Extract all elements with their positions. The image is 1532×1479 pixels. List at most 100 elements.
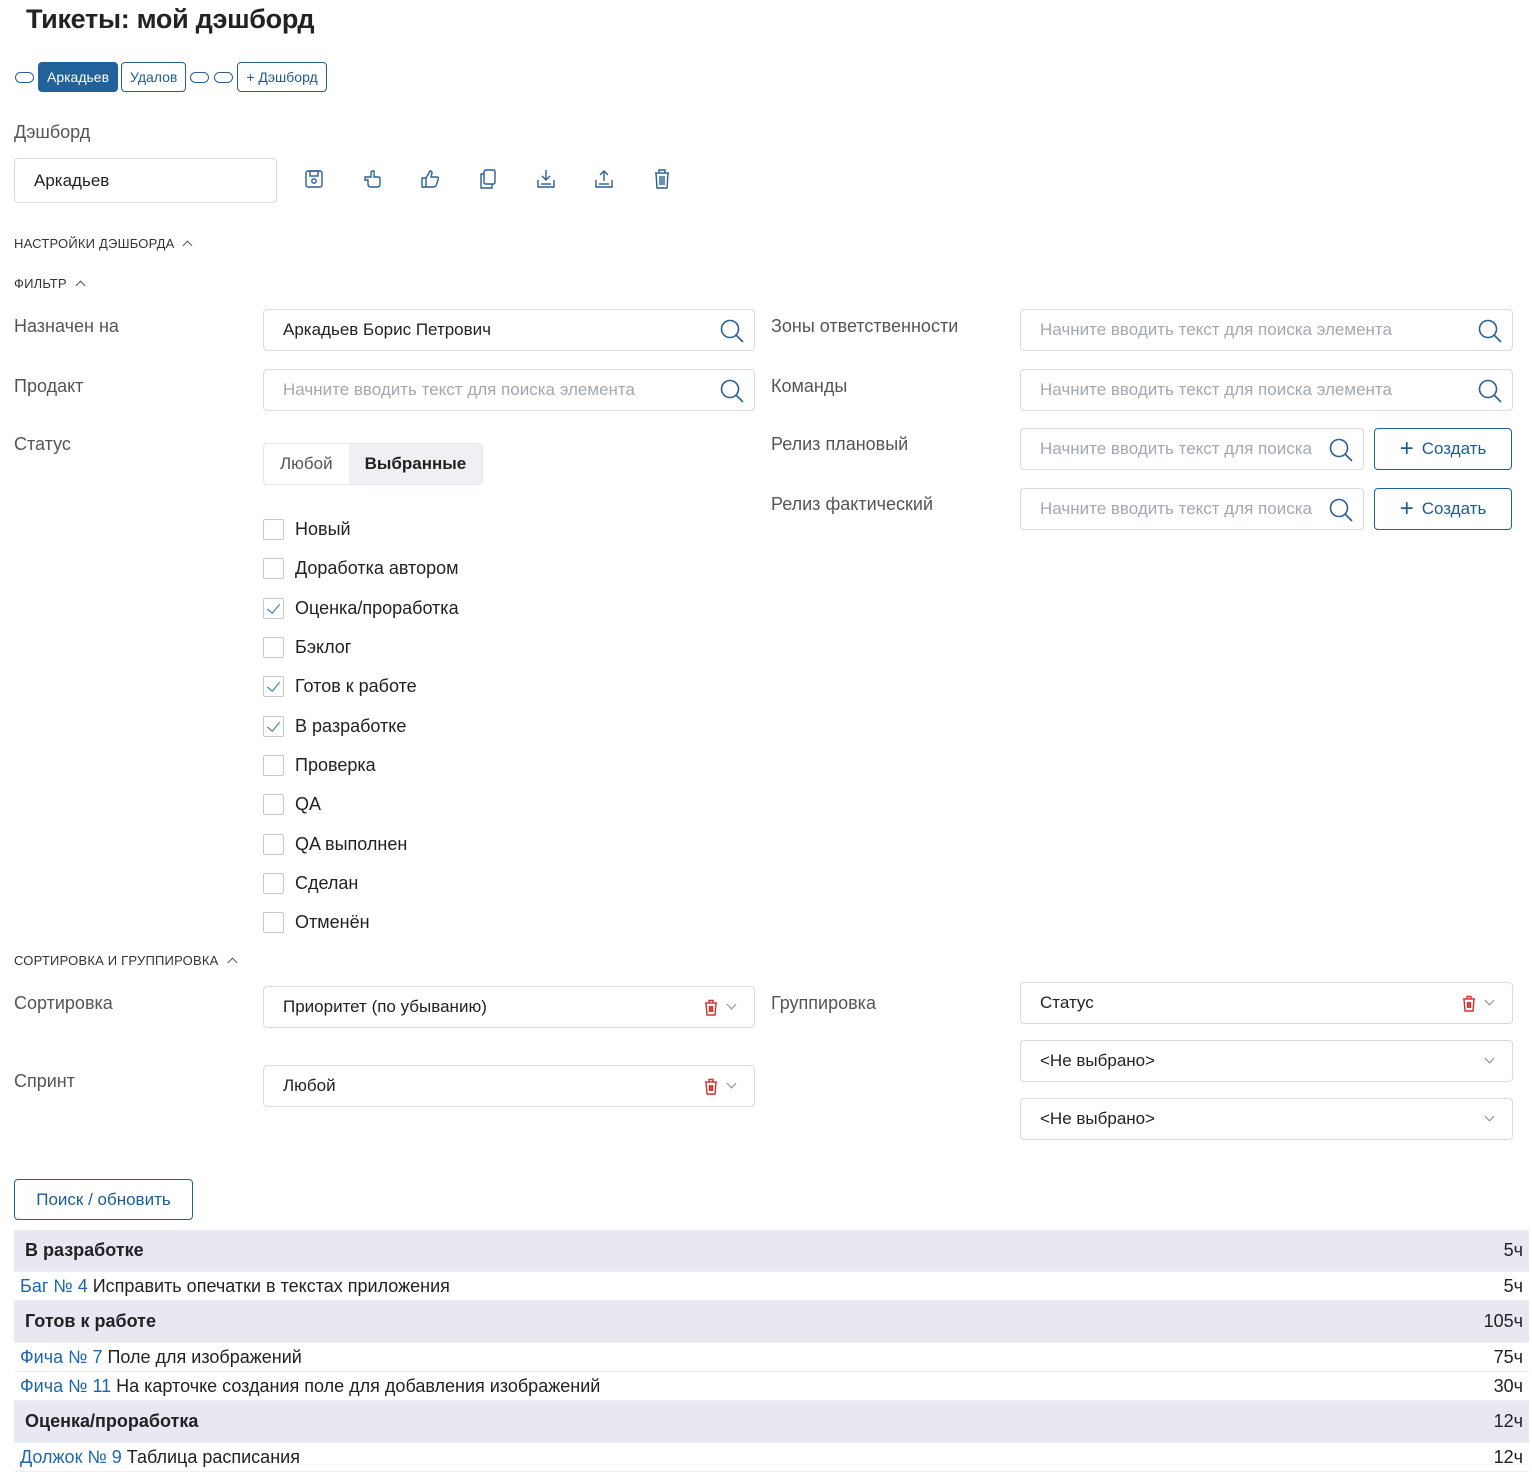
group-title: Готов к работе <box>25 1311 157 1331</box>
search-icon[interactable] <box>719 318 745 344</box>
status-checkbox[interactable] <box>263 715 284 737</box>
thumbs-up-icon[interactable] <box>420 168 440 190</box>
chevron-up-icon <box>75 280 86 291</box>
trash-icon[interactable] <box>704 999 718 1016</box>
chevron-up-icon <box>227 957 237 968</box>
ticket-link[interactable]: Фича № 7 <box>20 1347 102 1367</box>
chevron-down-icon[interactable] <box>726 1078 737 1089</box>
group-select-3[interactable]: <Не выбрано> <box>1020 1098 1513 1140</box>
ticket-title: Таблица расписания <box>126 1446 300 1467</box>
status-option[interactable]: В разработке <box>263 706 459 745</box>
assigned-input[interactable]: Аркадьев Борис Петрович <box>263 309 755 351</box>
trash-icon[interactable] <box>652 168 672 190</box>
status-checkbox[interactable] <box>263 912 284 934</box>
assigned-value: Аркадьев Борис Петрович <box>283 320 492 339</box>
add-dashboard-button[interactable]: + Дэшборд <box>237 62 327 92</box>
status-option[interactable]: Новый <box>263 510 459 549</box>
zones-input[interactable]: Начните вводить текст для поиска элемент… <box>1020 309 1513 351</box>
ticket-row[interactable]: Баг № 4 Исправить опечатки в текстах при… <box>14 1272 1529 1301</box>
status-option[interactable]: Бэклог <box>263 628 459 667</box>
group-select-1[interactable]: Статус <box>1020 982 1513 1024</box>
search-icon[interactable] <box>1477 378 1503 404</box>
search-icon[interactable] <box>719 378 745 404</box>
tab-arkadyev[interactable]: Аркадьев <box>38 62 119 92</box>
copy-icon[interactable] <box>478 168 498 190</box>
ticket-title: На карточке создания поле для добавления… <box>116 1375 601 1396</box>
empty-tab[interactable] <box>190 71 210 83</box>
create-release-actual-button[interactable]: + Создать <box>1374 488 1512 530</box>
ticket-link[interactable]: Должок № 9 <box>20 1447 122 1467</box>
teams-label: Команды <box>771 376 848 396</box>
upload-icon[interactable] <box>594 168 614 190</box>
dashboard-settings-toggle[interactable]: НАСТРОЙКИ ДЭШБОРДА <box>14 236 193 251</box>
search-icon[interactable] <box>1328 497 1354 523</box>
dashboard-settings-title: НАСТРОЙКИ ДЭШБОРДА <box>14 236 175 251</box>
sort-label: Сортировка <box>14 993 113 1013</box>
hand-pointing-icon[interactable] <box>362 168 382 190</box>
status-checkbox[interactable] <box>263 754 284 776</box>
status-option[interactable]: Проверка <box>263 746 459 785</box>
chevron-down-icon[interactable] <box>1484 1111 1495 1122</box>
plus-icon: + <box>1399 495 1414 522</box>
status-option[interactable]: Готов к работе <box>263 667 459 706</box>
ticket-row[interactable]: Фича № 11 На карточке создания поле для … <box>14 1372 1529 1401</box>
group-select-2[interactable]: <Не выбрано> <box>1020 1040 1513 1082</box>
teams-input[interactable]: Начните вводить текст для поиска элемент… <box>1020 369 1513 411</box>
group-value-3: <Не выбрано> <box>1040 1109 1156 1128</box>
chevron-down-icon[interactable] <box>1484 995 1495 1006</box>
release-planned-input[interactable]: Начните вводить текст для поиска <box>1020 428 1364 470</box>
release-actual-input[interactable]: Начните вводить текст для поиска <box>1020 488 1364 530</box>
create-release-planned-button[interactable]: + Создать <box>1374 428 1512 470</box>
group-row: В разработке 5ч <box>14 1230 1529 1272</box>
sprint-value: Любой <box>283 1076 336 1095</box>
ticket-row[interactable]: Должок № 9 Таблица расписания 12ч <box>14 1443 1529 1472</box>
status-checkbox[interactable] <box>263 872 284 894</box>
status-checkbox[interactable] <box>263 833 284 855</box>
chevron-down-icon[interactable] <box>1484 1053 1495 1064</box>
status-checkbox[interactable] <box>263 519 284 541</box>
ticket-link[interactable]: Фича № 11 <box>20 1376 111 1396</box>
status-checkbox[interactable] <box>263 558 284 580</box>
create-label: Создать <box>1421 499 1487 518</box>
product-placeholder: Начните вводить текст для поиска элемент… <box>283 380 635 399</box>
status-mode-any[interactable]: Любой <box>264 444 349 484</box>
ticket-link[interactable]: Баг № 4 <box>20 1276 88 1296</box>
assigned-label: Назначен на <box>14 316 119 336</box>
download-icon[interactable] <box>536 168 556 190</box>
ticket-row[interactable]: Фича № 7 Поле для изображений 75ч <box>14 1343 1529 1372</box>
search-icon[interactable] <box>1477 318 1503 344</box>
status-option[interactable]: Доработка автором <box>263 549 459 588</box>
status-checkbox[interactable] <box>263 597 284 619</box>
status-option[interactable]: Сделан <box>263 864 459 903</box>
hours-value: 5ч <box>1503 1275 1523 1296</box>
sort-select[interactable]: Приоритет (по убыванию) <box>263 986 755 1028</box>
status-checkbox[interactable] <box>263 676 284 698</box>
search-refresh-button[interactable]: Поиск / обновить <box>14 1179 193 1220</box>
save-icon[interactable] <box>304 168 324 190</box>
empty-tab[interactable] <box>15 71 34 83</box>
product-input[interactable]: Начните вводить текст для поиска элемент… <box>263 369 755 411</box>
sprint-select[interactable]: Любой <box>263 1065 755 1107</box>
dashboard-name-input[interactable]: Аркадьев <box>14 158 277 203</box>
status-option[interactable]: QA <box>263 785 459 824</box>
trash-icon[interactable] <box>1462 995 1476 1012</box>
status-option[interactable]: Отменён <box>263 903 459 942</box>
filter-toggle[interactable]: ФИЛЬТР <box>14 276 86 291</box>
status-mode-toggle: Любой Выбранные <box>263 443 484 485</box>
status-checkbox[interactable] <box>263 794 284 816</box>
search-icon[interactable] <box>1328 437 1354 463</box>
trash-icon[interactable] <box>704 1078 718 1095</box>
status-mode-selected[interactable]: Выбранные <box>348 444 483 484</box>
empty-tab[interactable] <box>214 71 234 83</box>
group-value-2: <Не выбрано> <box>1040 1051 1156 1070</box>
status-option[interactable]: Оценка/проработка <box>263 589 459 628</box>
status-option[interactable]: QA выполнен <box>263 824 459 863</box>
group-value-1: Статус <box>1040 993 1094 1012</box>
status-option-label: Сделан <box>295 872 359 893</box>
tab-udalov[interactable]: Удалов <box>121 62 187 92</box>
status-checkbox[interactable] <box>263 637 284 659</box>
chevron-down-icon[interactable] <box>726 999 737 1010</box>
release-actual-placeholder: Начните вводить текст для поиска <box>1040 499 1312 518</box>
sort-group-toggle[interactable]: СОРТИРОВКА И ГРУППИРОВКА <box>14 953 237 968</box>
zones-placeholder: Начните вводить текст для поиска элемент… <box>1040 320 1392 339</box>
